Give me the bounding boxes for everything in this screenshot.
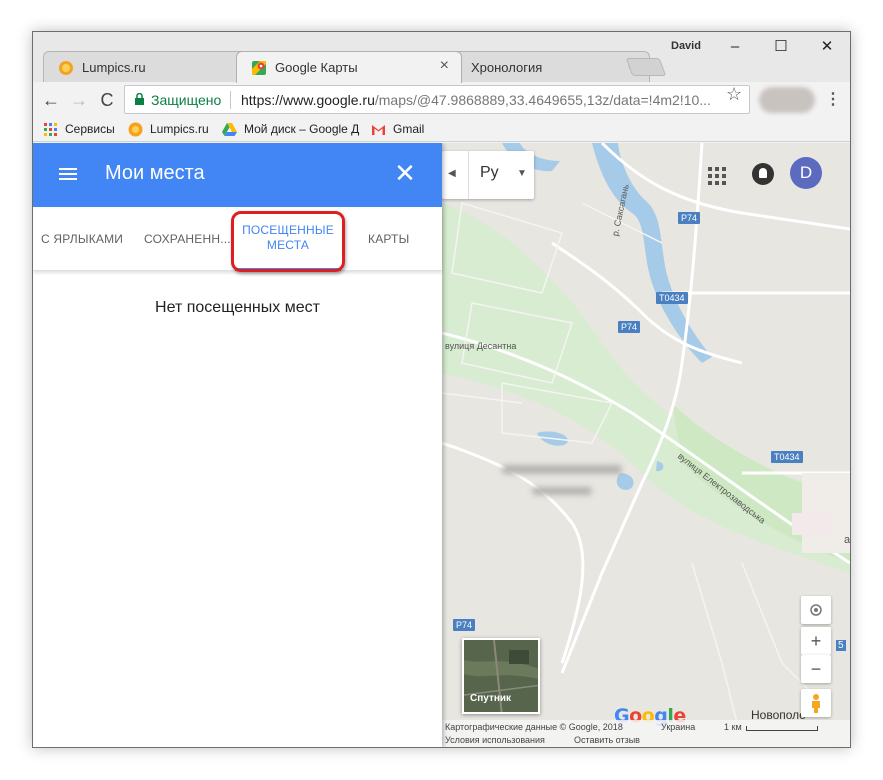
new-tab-button[interactable] — [625, 58, 667, 76]
tab-label: Хронология — [471, 60, 543, 75]
profile-button[interactable] — [759, 87, 815, 113]
google-maps-icon — [252, 61, 266, 75]
street-label: вулиця Десантна — [445, 341, 517, 351]
bookmark-label: Lumpics.ru — [150, 122, 209, 136]
bookmark-label: Мой диск – Google Д — [244, 122, 360, 136]
bookmark-label: Сервисы — [65, 122, 115, 136]
my-location-button[interactable] — [801, 596, 831, 624]
dropdown-caret-icon: ▼ — [517, 168, 527, 179]
notifications-icon[interactable] — [752, 163, 774, 185]
map-copyright: Картографические данные © Google, 2018 — [445, 722, 623, 732]
tab-label: Lumpics.ru — [82, 60, 146, 75]
empty-state-message: Нет посещенных мест — [155, 299, 320, 316]
bookmark-label: Gmail — [393, 122, 425, 136]
tab-labeled[interactable]: С ЯРЛЫКАМИ — [41, 232, 123, 246]
close-panel-icon[interactable]: ✕ — [393, 159, 417, 187]
tab-strip: Lumpics.ru × Google Карты × Хронология ×… — [33, 32, 850, 83]
zoom-in-button[interactable]: + — [801, 627, 831, 655]
terms-link[interactable]: Условия использования — [445, 735, 545, 745]
satellite-toggle[interactable]: Спутник — [462, 638, 540, 714]
road-label: P74 — [453, 619, 476, 631]
address-divider — [230, 91, 231, 109]
minimize-button[interactable]: – — [712, 34, 758, 60]
my-places-panel: Мои места ✕ С ЯРЛЫКАМИ СОХРАНЕНН... ПОСЕ… — [33, 143, 442, 747]
maximize-button[interactable]: ☐ — [758, 34, 804, 60]
url-path: /maps/@47.9868889,33.4649655,13z/data=!4… — [374, 92, 711, 108]
bookmarks-bar: Сервисы Lumpics.ru Мой диск – Google Д G… — [33, 118, 850, 142]
gmail-icon — [372, 125, 385, 135]
road-label: T0434 — [771, 451, 803, 463]
close-tab-icon[interactable]: × — [440, 57, 449, 75]
bookmark-star-icon[interactable]: ☆ — [726, 84, 742, 105]
avatar[interactable]: D — [790, 157, 822, 189]
annotation-highlight — [231, 211, 345, 272]
tab-google-maps[interactable]: Google Карты × — [236, 51, 462, 83]
road-label: 5 — [836, 640, 846, 651]
tab-maps[interactable]: КАРТЫ — [368, 232, 409, 246]
tab-chronology[interactable]: Хронология × — [432, 51, 650, 82]
hamburger-menu-icon[interactable] — [59, 165, 79, 185]
map-scale: 1 км — [724, 722, 742, 732]
browser-window: Lumpics.ru × Google Карты × Хронология ×… — [32, 31, 851, 748]
google-apps-icon[interactable] — [708, 167, 726, 185]
forward-button[interactable]: → — [67, 88, 91, 112]
feedback-link[interactable]: Оставить отзыв — [574, 735, 640, 745]
reload-button[interactable]: C — [95, 88, 119, 112]
collapse-arrow-icon[interactable]: ◀ — [448, 168, 456, 179]
toolbar: ← → C Защищено https://www.google.ru/map… — [33, 82, 850, 118]
window-user-name: David — [671, 40, 701, 52]
url-scheme: https:// — [241, 92, 284, 108]
language-selector[interactable]: ◀ Ру ▼ — [442, 151, 534, 199]
blurred-label — [532, 487, 592, 495]
blurred-label — [502, 465, 622, 474]
street-view-pegman[interactable] — [801, 689, 831, 717]
url-domain: www.google.ru — [283, 92, 375, 108]
panel-header: Мои места ✕ — [33, 143, 442, 207]
page-content: Мои места ✕ С ЯРЛЫКАМИ СОХРАНЕНН... ПОСЕ… — [33, 143, 850, 747]
apps-grid-icon — [44, 123, 57, 136]
zoom-out-button[interactable]: − — [801, 655, 831, 683]
location-icon — [810, 604, 822, 616]
place-label: а — [844, 534, 850, 546]
map-country: Украина — [661, 722, 696, 732]
google-drive-icon — [222, 123, 237, 136]
map-footer: Картографические данные © Google, 2018 У… — [442, 720, 850, 747]
url-text: https://www.google.ru/maps/@47.9868889,3… — [241, 92, 711, 108]
road-label: P74 — [618, 321, 641, 333]
address-bar[interactable]: Защищено https://www.google.ru/maps/@47.… — [124, 85, 750, 114]
pegman-icon — [812, 694, 820, 713]
scale-bar — [746, 726, 818, 731]
menu-icon[interactable]: ⋮ — [825, 89, 841, 109]
language-value: Ру — [480, 164, 499, 181]
orange-icon — [59, 61, 73, 75]
map-canvas[interactable]: ◀ Ру ▼ D P74 T0434 P74 T0434 P74 вулиця … — [442, 143, 850, 747]
language-divider — [468, 151, 469, 199]
tab-saved[interactable]: СОХРАНЕНН... — [144, 232, 231, 246]
tab-label: Google Карты — [275, 60, 358, 75]
panel-title: Мои места — [105, 162, 205, 184]
tab-lumpics[interactable]: Lumpics.ru × — [43, 51, 261, 82]
close-window-button[interactable]: ✕ — [804, 34, 850, 60]
secure-label: Защищено — [151, 92, 222, 108]
road-label: T0434 — [656, 292, 688, 304]
road-label: P74 — [678, 212, 701, 224]
back-button[interactable]: ← — [39, 88, 63, 112]
satellite-label: Спутник — [470, 693, 512, 704]
lock-icon — [135, 93, 144, 105]
orange-icon — [128, 122, 143, 137]
